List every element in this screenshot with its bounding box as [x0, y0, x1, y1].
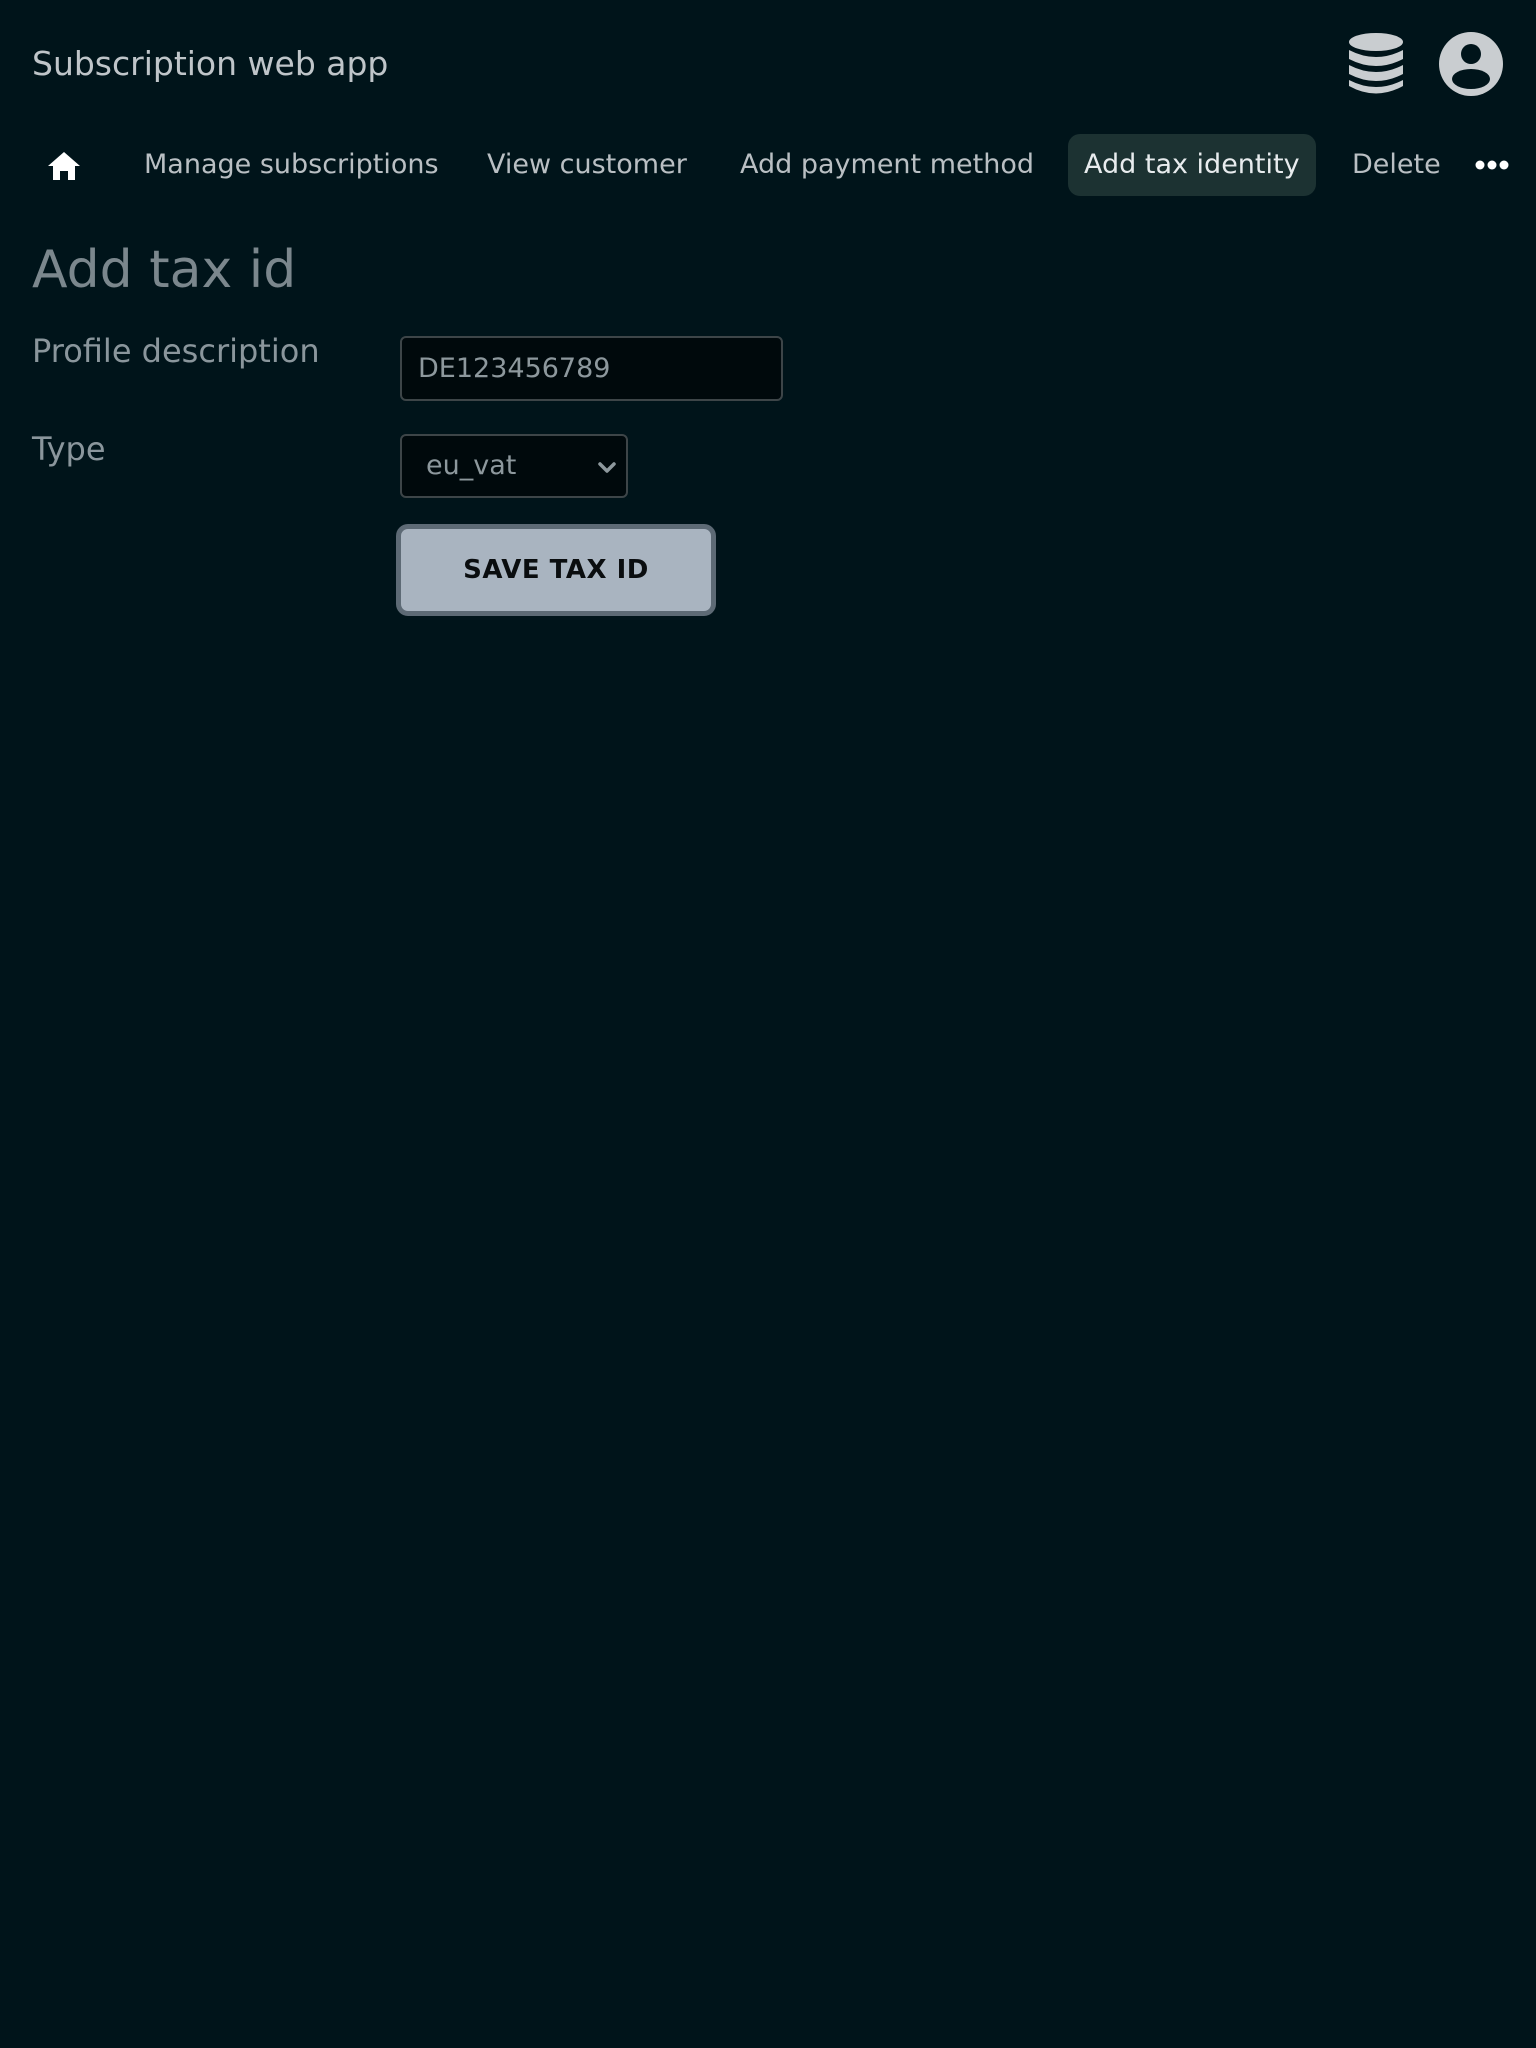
database-icon[interactable]: [1342, 30, 1410, 98]
type-select[interactable]: eu_vat: [400, 434, 628, 498]
save-tax-id-button[interactable]: SAVE TAX ID: [396, 524, 716, 616]
nav-item-add-tax-identity[interactable]: Add tax identity: [1068, 134, 1316, 196]
type-select-value: eu_vat: [426, 450, 517, 481]
chevron-down-icon: [598, 462, 616, 473]
nav-bar: Manage subscriptions View customer Add p…: [0, 132, 1536, 198]
type-label: Type: [32, 430, 106, 468]
nav-item-view-customer[interactable]: View customer: [487, 134, 687, 196]
nav-item-add-payment-method[interactable]: Add payment method: [740, 134, 1034, 196]
account-circle-icon[interactable]: [1437, 30, 1505, 98]
app-title: Subscription web app: [32, 44, 389, 83]
page-title: Add tax id: [32, 240, 297, 300]
profile-description-label: Profile description: [32, 332, 320, 370]
nav-item-delete[interactable]: Delete: [1352, 134, 1441, 196]
page: Subscription web app Manage subscription…: [0, 0, 1536, 2048]
profile-description-input[interactable]: [400, 336, 783, 401]
nav-item-manage-subscriptions[interactable]: Manage subscriptions: [144, 134, 439, 196]
home-icon[interactable]: [40, 144, 88, 188]
more-horizontal-icon[interactable]: [1474, 148, 1510, 182]
